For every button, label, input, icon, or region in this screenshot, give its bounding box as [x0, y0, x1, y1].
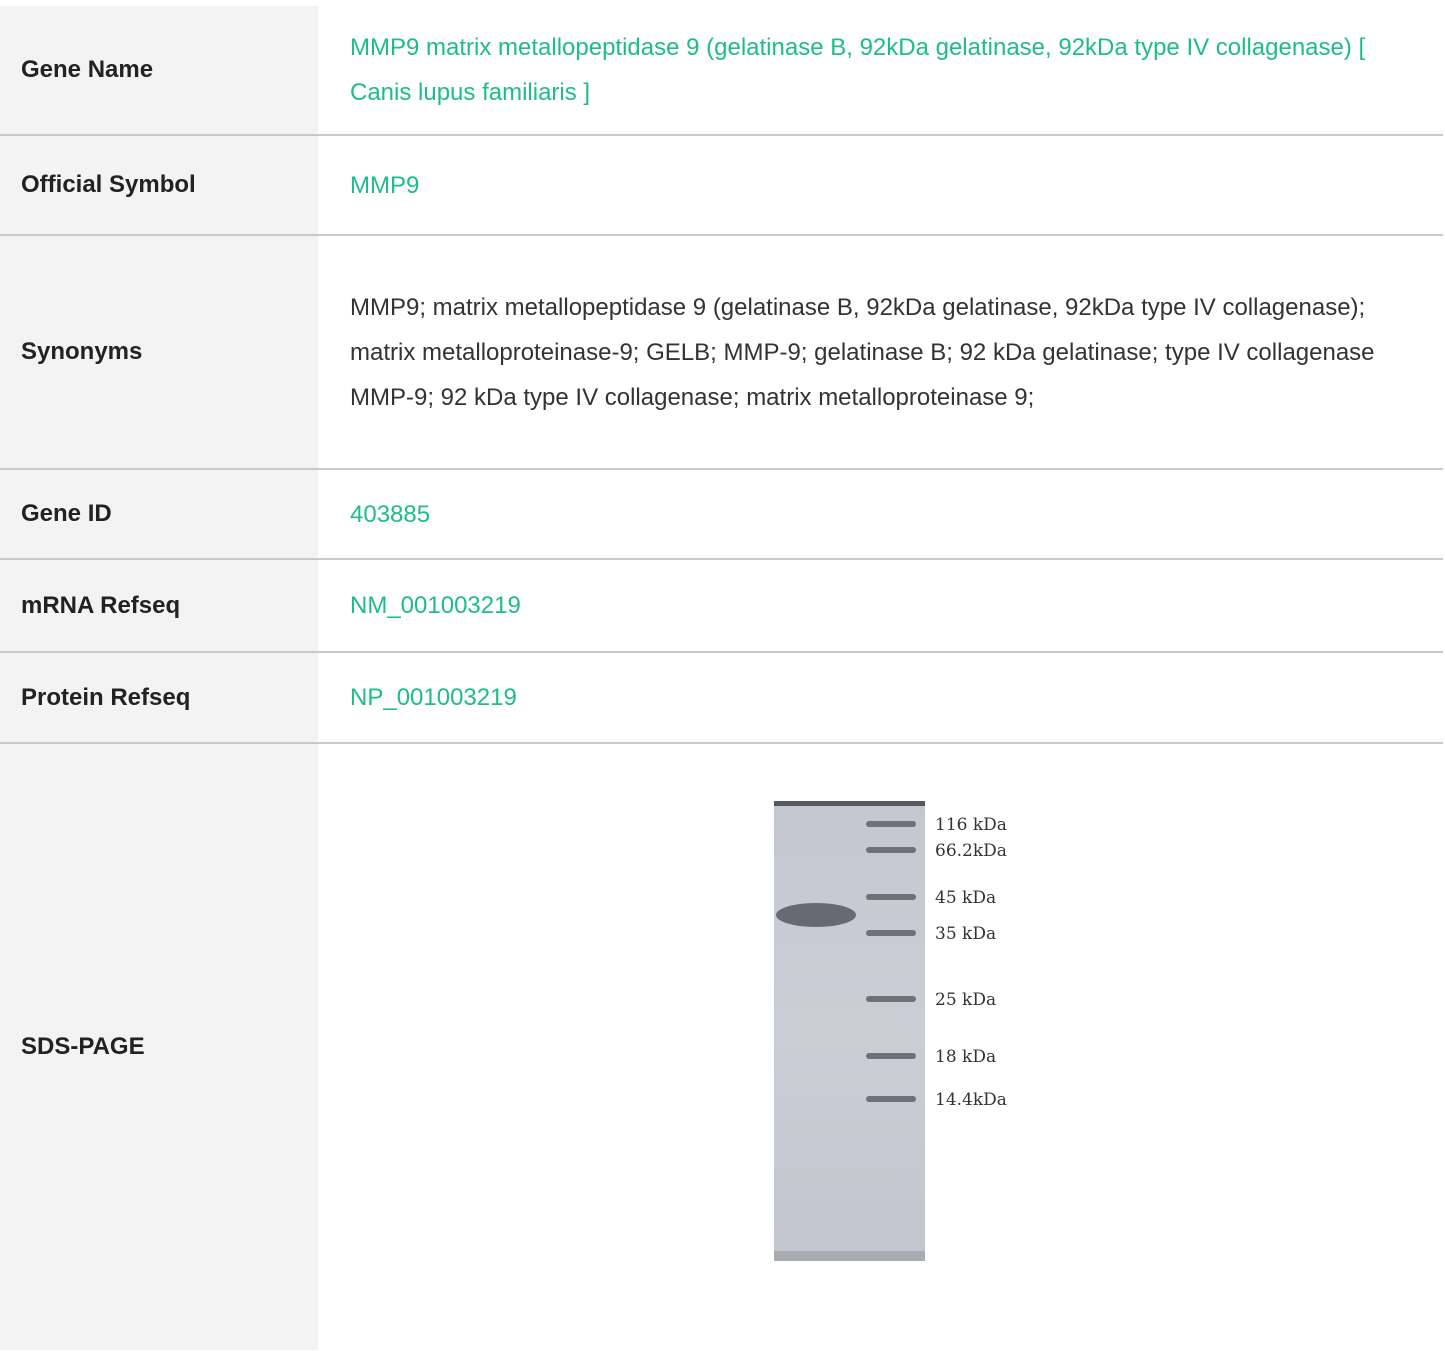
gene-id-label: Gene ID: [0, 470, 318, 558]
gel-body: [774, 801, 925, 1261]
marker-band: [866, 821, 916, 827]
marker-label: 25 kDa: [935, 990, 996, 1010]
gene-name-link[interactable]: MMP9 matrix metallopeptidase 9 (gelatina…: [318, 6, 1443, 134]
marker-label: 35 kDa: [935, 924, 996, 944]
row-synonyms: Synonyms MMP9; matrix metallopeptidase 9…: [0, 236, 1443, 470]
marker-label: 14.4kDa: [935, 1090, 1007, 1110]
marker-band: [866, 930, 916, 936]
mrna-refseq-label: mRNA Refseq: [0, 560, 318, 651]
row-mrna-refseq: mRNA Refseq NM_001003219: [0, 560, 1443, 653]
marker-band: [866, 1096, 916, 1102]
protein-refseq-link[interactable]: NP_001003219: [318, 653, 1443, 742]
row-sds-page: SDS-PAGE 116 kDa 66.2kDa 45 kDa 35 kDa 2…: [0, 744, 1443, 1350]
gel-top-edge: [774, 801, 925, 806]
marker-label: 45 kDa: [935, 888, 996, 908]
sds-page-label: SDS-PAGE: [0, 744, 318, 1350]
marker-label: 18 kDa: [935, 1047, 996, 1067]
mrna-refseq-link[interactable]: NM_001003219: [318, 560, 1443, 651]
synonyms-label: Synonyms: [0, 236, 318, 468]
gene-id-link[interactable]: 403885: [318, 470, 1443, 558]
official-symbol-label: Official Symbol: [0, 136, 318, 234]
synonyms-value: MMP9; matrix metallopeptidase 9 (gelatin…: [350, 293, 1375, 411]
gel-bottom-edge: [774, 1251, 925, 1261]
marker-labels: 116 kDa 66.2kDa 45 kDa 35 kDa 25 kDa 18 kDa 14…: [935, 815, 1007, 1110]
gene-info-table: Gene Name MMP9 matrix metallopeptidase 9…: [0, 6, 1443, 1350]
marker-band: [866, 847, 916, 853]
marker-label: 66.2kDa: [935, 841, 1007, 861]
marker-band: [866, 996, 916, 1002]
marker-band: [866, 1053, 916, 1059]
gene-name-label: Gene Name: [0, 6, 318, 134]
marker-band: [866, 894, 916, 900]
protein-refseq-label: Protein Refseq: [0, 653, 318, 742]
sample-band: [776, 903, 856, 927]
row-gene-name: Gene Name MMP9 matrix metallopeptidase 9…: [0, 6, 1443, 136]
row-gene-id: Gene ID 403885: [0, 470, 1443, 560]
sds-page-gel-image: 116 kDa 66.2kDa 45 kDa 35 kDa 25 kDa 18 kDa 14…: [738, 767, 1026, 1288]
official-symbol-link[interactable]: MMP9: [318, 136, 1443, 234]
marker-label: 116 kDa: [935, 815, 1007, 835]
sds-page-cell: 116 kDa 66.2kDa 45 kDa 35 kDa 25 kDa 18 kDa 14…: [318, 744, 1443, 1350]
row-official-symbol: Official Symbol MMP9: [0, 136, 1443, 236]
row-protein-refseq: Protein Refseq NP_001003219: [0, 653, 1443, 744]
